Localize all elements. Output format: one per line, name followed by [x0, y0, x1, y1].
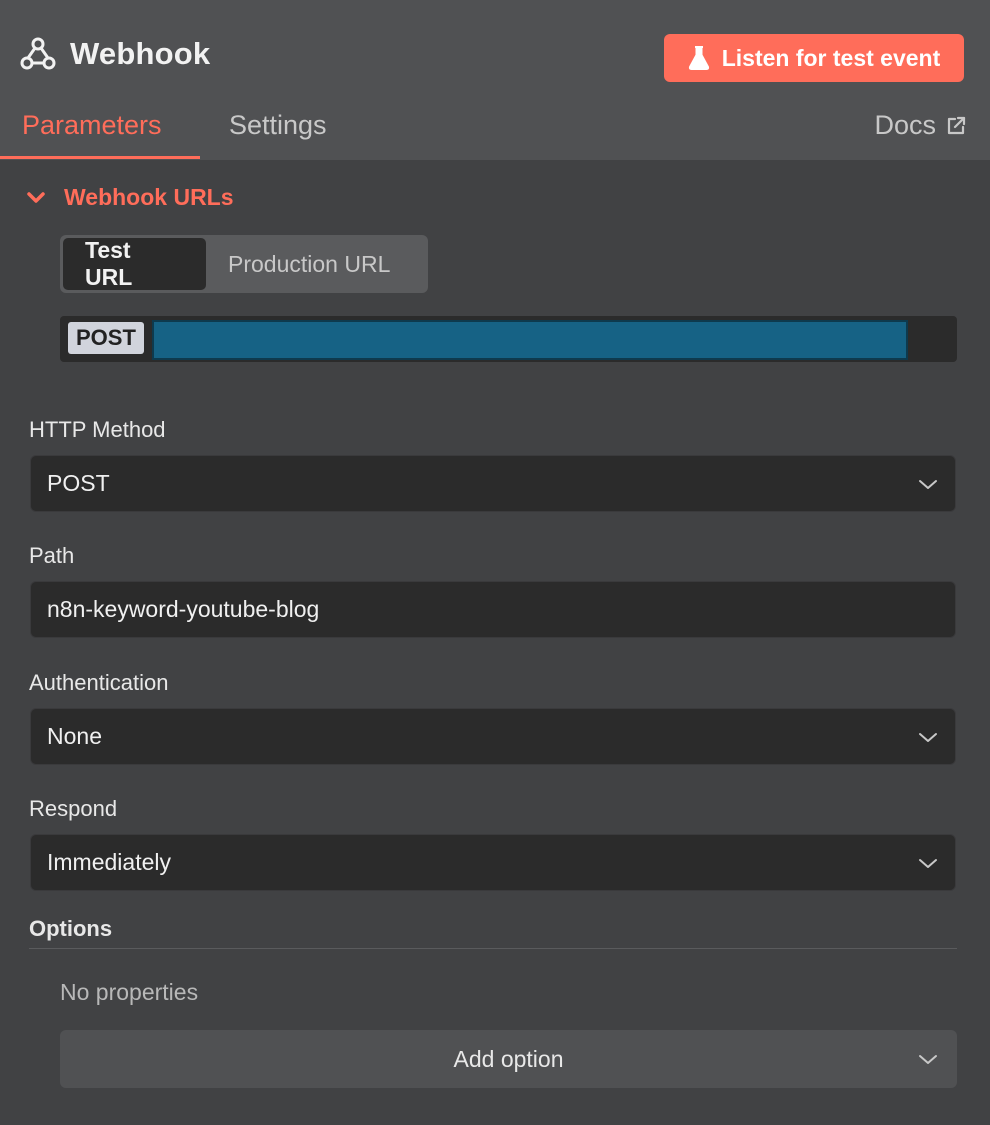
add-option-label: Add option	[453, 1045, 564, 1072]
http-method-label: HTTP Method	[29, 417, 166, 442]
http-method-select[interactable]: POST	[30, 455, 956, 512]
add-option-button[interactable]: Add option	[60, 1030, 957, 1088]
http-method-value: POST	[47, 470, 110, 496]
webhook-url-display[interactable]: POST	[60, 316, 957, 362]
test-url-tab[interactable]: Test URL	[63, 237, 206, 290]
tab-parameters[interactable]: Parameters	[22, 110, 162, 141]
chevron-down-icon	[919, 479, 937, 489]
authentication-value: None	[47, 723, 102, 749]
respond-value: Immediately	[47, 849, 171, 875]
docs-label: Docs	[874, 110, 936, 140]
external-link-icon	[947, 116, 966, 134]
url-redacted-block	[152, 320, 908, 360]
no-properties-text: No properties	[60, 979, 199, 1005]
tab-settings[interactable]: Settings	[229, 110, 327, 141]
chevron-down-icon	[919, 732, 937, 742]
path-label: Path	[29, 543, 75, 568]
webhook-urls-title: Webhook URLs	[64, 184, 234, 210]
options-divider	[29, 948, 957, 949]
active-tab-underline	[0, 156, 200, 159]
node-title: Webhook	[70, 36, 211, 71]
docs-link[interactable]: Docs	[874, 110, 966, 141]
chevron-down-icon	[919, 1055, 937, 1064]
authentication-select[interactable]: None	[30, 708, 956, 765]
listen-for-test-event-button[interactable]: Listen for test event	[664, 34, 964, 82]
chevron-down-icon	[919, 858, 937, 868]
chevron-down-icon	[27, 191, 45, 203]
respond-label: Respond	[29, 796, 118, 821]
options-label: Options	[29, 916, 113, 941]
flask-icon	[688, 46, 709, 70]
webhook-urls-toggle[interactable]: Webhook URLs	[26, 184, 234, 211]
path-value: n8n-keyword-youtube-blog	[47, 596, 320, 622]
production-url-tab[interactable]: Production URL	[206, 238, 412, 290]
webhook-icon	[20, 37, 56, 70]
path-input[interactable]: n8n-keyword-youtube-blog	[30, 581, 956, 638]
panel-header: Webhook Listen for test event Parameters…	[0, 0, 990, 160]
title-row: Webhook	[20, 36, 210, 72]
url-type-switch: Test URL Production URL	[60, 235, 428, 293]
method-badge: POST	[68, 322, 144, 354]
respond-select[interactable]: Immediately	[30, 834, 956, 891]
listen-button-label: Listen for test event	[721, 44, 941, 71]
authentication-label: Authentication	[29, 670, 169, 695]
